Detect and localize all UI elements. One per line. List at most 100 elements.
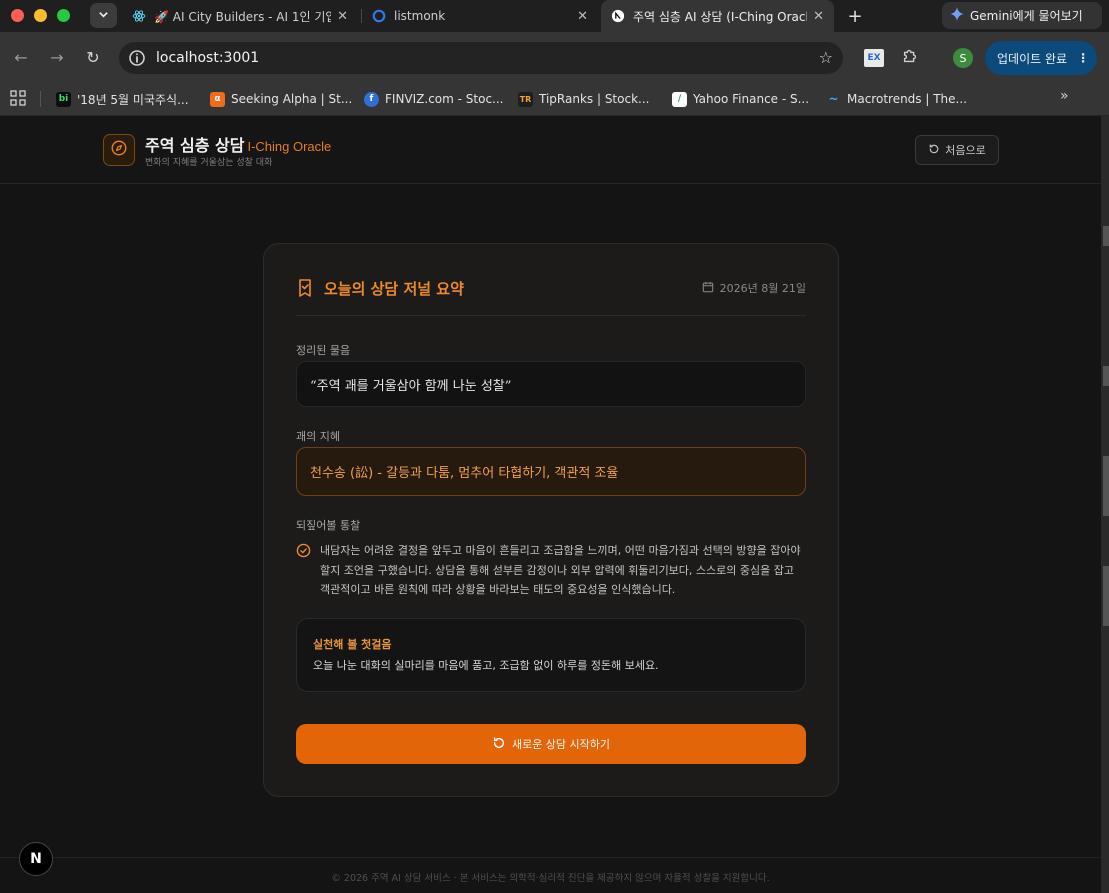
extensions-button[interactable] [900,49,920,67]
new-tab-button[interactable]: + [843,4,867,28]
app-title-en: I-Ching Oracle [247,139,332,154]
arrow-right-icon: → [50,47,64,67]
summary-card: 오늘의 상담 저널 요약 2026년 8월 21일 정리된 물음 “주역 괘를 … [263,243,839,797]
compass-icon [110,139,128,161]
bookmark-label: Seeking Alpha | St... [231,92,353,106]
nextjs-dev-badge[interactable]: N [19,842,53,876]
site-info-icon[interactable] [127,48,147,68]
app-tagline: 변화의 지혜를 거울삼는 성찰 대화 [145,158,273,168]
window-zoom-button[interactable] [57,9,70,22]
window-close-button[interactable] [11,9,24,22]
bookmark-star-icon[interactable]: ☆ [819,48,833,67]
app-title-ko: 주역 심층 상담 [145,136,245,155]
date-text: 2026년 8월 21일 [719,282,806,295]
tab-title: 주역 심층 AI 상담 (I-Ching Oracle) [633,9,808,24]
action-title: 실천해 볼 첫걸음 [313,638,392,651]
tab-title: listmonk [394,9,446,23]
profile-initial: S [959,51,967,65]
bookmark-label: FINVIZ.com - Stoc... [385,92,504,106]
card-title: 오늘의 상담 저널 요약 [324,280,464,298]
page-content: 주역 심층 상담 I-Ching Oracle 변화의 지혜를 거울삼는 성찰 대… [0,116,1101,893]
listmonk-icon [372,9,386,23]
action-text: 오늘 나눈 대화의 실마리를 마음에 품고, 조급함 없이 하루를 정돈해 보세… [313,659,659,672]
footer-text: © 2026 주역 AI 상담 서비스 · 본 서비스는 의학적·심리적 진단을… [331,873,770,884]
calendar-icon [702,281,714,296]
nextjs-icon [611,9,625,23]
tab-iching-oracle[interactable]: 주역 심층 AI 상담 (I-Ching Oracle) ✕ [601,0,834,32]
bookmark-label: Macrotrends | The... [847,92,967,106]
update-button[interactable]: 업데이트 완료 ⋮ [985,41,1097,75]
rotate-ccw-icon [492,736,506,753]
back-button[interactable]: ← [11,47,31,67]
tab-title: 🚀 AI City Builders - AI 1인 기업 [154,9,332,24]
bookmark-item[interactable]: TR TipRanks | Stock... [518,88,649,110]
app-title: 주역 심층 상담 I-Ching Oracle [145,132,331,156]
gemini-button[interactable]: Gemini에게 물어보기 [942,2,1102,29]
bookmark-favicon-icon: / [672,91,687,107]
reset-label: 처음으로 [945,144,986,157]
bookmark-favicon-icon: ~ [826,91,841,107]
url-text: localhost:3001 [156,50,260,66]
bookmark-label: '18년 5월 미국주식... [77,92,189,107]
chevron-down-icon [98,9,109,23]
react-icon [132,9,146,23]
check-circle-icon [296,543,311,562]
bookmark-check-icon [296,278,314,302]
tab-ai-city-builders[interactable]: 🚀 AI City Builders - AI 1인 기업 ✕ [122,0,358,32]
bookmark-favicon-icon: α [210,91,225,107]
window-minimize-button[interactable] [34,9,47,22]
question-label: 정리된 물음 [296,344,351,357]
gemini-label: Gemini에게 물어보기 [970,9,1083,23]
forward-button[interactable]: → [47,47,67,67]
dev-badge-label: N [30,851,42,867]
extension-ex-label: EX [867,53,881,63]
tab-search-button[interactable] [90,3,117,28]
insight-label: 되짚어볼 통찰 [296,519,361,532]
new-consultation-button[interactable]: 새로운 상담 시작하기 [296,724,806,764]
bookmarks-more-icon[interactable]: » [1060,88,1069,104]
plus-icon: + [847,5,863,27]
arrow-left-icon: ← [14,47,28,67]
close-icon[interactable]: ✕ [577,9,588,24]
insight-text: 내담자는 어려운 결정을 앞두고 마음이 흔들리고 조급함을 느끼며, 어떤 마… [320,544,801,596]
wisdom-box: 천수송 (訟) - 갈등과 다툼, 멈추어 타협하기, 객관적 조율 [296,447,806,496]
bookmark-favicon-icon: bi [56,91,71,107]
reload-button[interactable]: ↻ [83,47,103,67]
update-label: 업데이트 완료 [997,51,1068,66]
reset-button[interactable]: 처음으로 [915,135,999,165]
apps-grid-icon[interactable] [10,90,26,110]
bookmarks-bar: bi '18년 5월 미국주식... α Seeking Alpha | St.… [0,82,1109,116]
action-step-box: 실천해 볼 첫걸음 오늘 나눈 대화의 실마리를 마음에 품고, 조급함 없이 … [296,618,806,692]
close-icon[interactable]: ✕ [337,9,348,24]
tab-listmonk[interactable]: listmonk ✕ [362,0,598,32]
bookmark-favicon-icon: TR [518,91,533,107]
bookmark-item[interactable]: bi '18년 5월 미국주식... [56,88,189,110]
bookmark-item[interactable]: f FINVIZ.com - Stoc... [364,88,504,110]
bookmark-item[interactable]: ~ Macrotrends | The... [826,88,967,110]
journal-date: 2026년 8월 21일 [702,280,806,296]
bookmark-item[interactable]: α Seeking Alpha | St... [210,88,352,110]
wisdom-label: 괘의 지혜 [296,430,340,443]
close-icon[interactable]: ✕ [813,9,824,24]
app-logo [103,134,135,166]
footer-divider [0,857,1101,858]
bookmark-label: Yahoo Finance - S... [693,92,810,106]
question-box: “주역 괘를 거울삼아 함께 나눈 성찰” [296,361,806,407]
bookmark-item[interactable]: / Yahoo Finance - S... [672,88,809,110]
gemini-sparkle-icon [950,7,964,24]
reload-icon: ↻ [86,47,100,67]
bookmark-label: TipRanks | Stock... [539,92,650,106]
adjacent-window-edge [1101,116,1109,893]
extension-ex-button[interactable]: EX [864,49,884,67]
profile-avatar[interactable]: S [953,48,973,68]
more-vertical-icon[interactable]: ⋮ [1077,51,1089,65]
bookmark-favicon-icon: f [364,91,379,107]
new-consultation-label: 새로운 상담 시작하기 [511,738,611,751]
app-header: 주역 심층 상담 I-Ching Oracle 변화의 지혜를 거울삼는 성찰 대… [0,116,1101,184]
card-header: 오늘의 상담 저널 요약 2026년 8월 21일 [296,276,806,316]
rotate-ccw-icon [928,143,940,158]
browser-tab-bar: 🚀 AI City Builders - AI 1인 기업 ✕ listmonk… [0,0,1109,32]
address-bar[interactable]: localhost:3001 ☆ [119,42,843,74]
puzzle-icon [901,47,919,69]
bookmarks-divider [40,91,41,107]
